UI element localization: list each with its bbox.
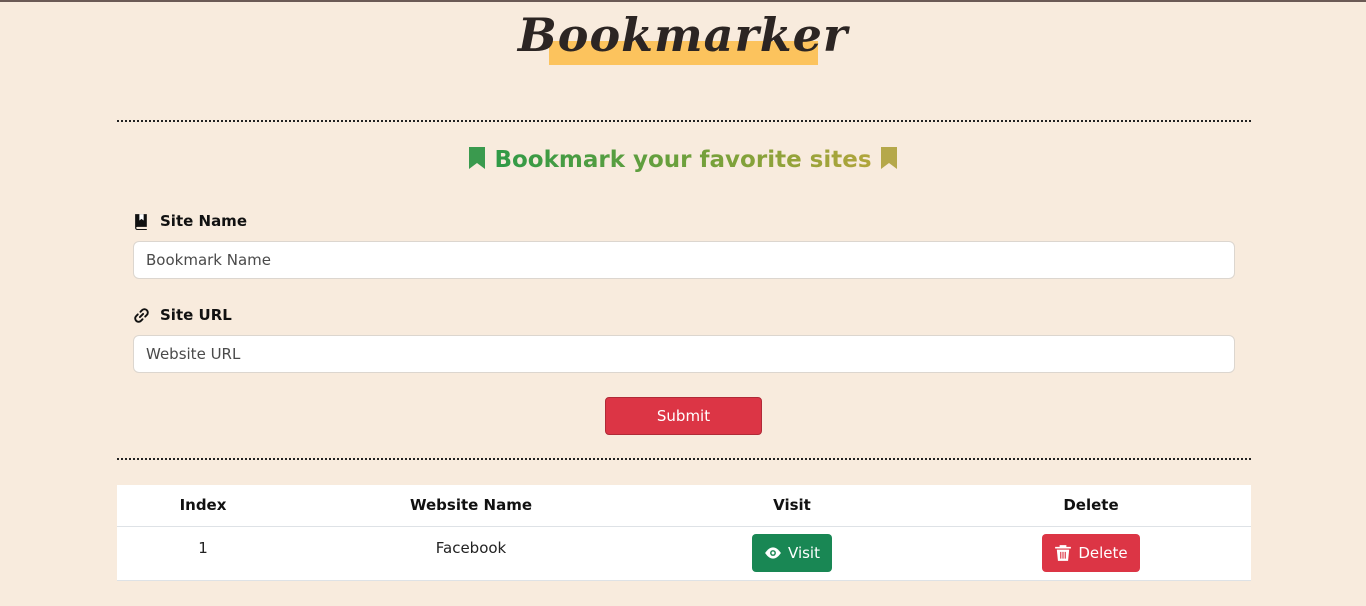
- table-row: 1 Facebook Visit Delete: [117, 526, 1251, 581]
- header-index: Index: [117, 485, 289, 527]
- divider-bottom: [117, 458, 1251, 460]
- site-url-label: Site URL: [133, 306, 232, 324]
- site-name-input[interactable]: [133, 241, 1235, 279]
- header-delete: Delete: [931, 485, 1251, 527]
- submit-button[interactable]: Submit: [605, 397, 762, 435]
- bookmark-icon: [469, 147, 486, 169]
- window-top-border: [0, 0, 1366, 2]
- delete-button[interactable]: Delete: [1042, 534, 1140, 572]
- row-index: 1: [117, 526, 289, 581]
- row-website-name: Facebook: [289, 526, 653, 581]
- site-name-label-text: Site Name: [160, 212, 247, 230]
- row-visit-cell: Visit: [653, 526, 931, 581]
- table-header-row: Index Website Name Visit Delete: [117, 485, 1251, 527]
- header-visit: Visit: [653, 485, 931, 527]
- logo-container: Bookmarker: [0, 6, 1366, 64]
- headline-text: Bookmark your favorite sites: [494, 147, 872, 173]
- link-icon: [134, 307, 149, 323]
- divider-top: [117, 120, 1251, 122]
- headline: Bookmark your favorite sites: [0, 146, 1366, 173]
- visit-button-label: Visit: [788, 544, 820, 562]
- app-logo-title: Bookmarker: [517, 8, 849, 62]
- site-url-input[interactable]: [133, 335, 1235, 373]
- book-bookmark-icon: [135, 213, 147, 230]
- eye-icon: [765, 547, 781, 559]
- row-delete-cell: Delete: [931, 526, 1251, 581]
- visit-button[interactable]: Visit: [752, 534, 832, 572]
- site-name-label: Site Name: [133, 212, 247, 230]
- header-website-name: Website Name: [289, 485, 653, 527]
- delete-button-label: Delete: [1078, 544, 1128, 562]
- site-url-label-text: Site URL: [160, 306, 232, 324]
- bookmark-icon: [880, 147, 897, 169]
- bookmarks-table: Index Website Name Visit Delete 1 Facebo…: [117, 485, 1251, 581]
- trash-icon: [1055, 545, 1072, 561]
